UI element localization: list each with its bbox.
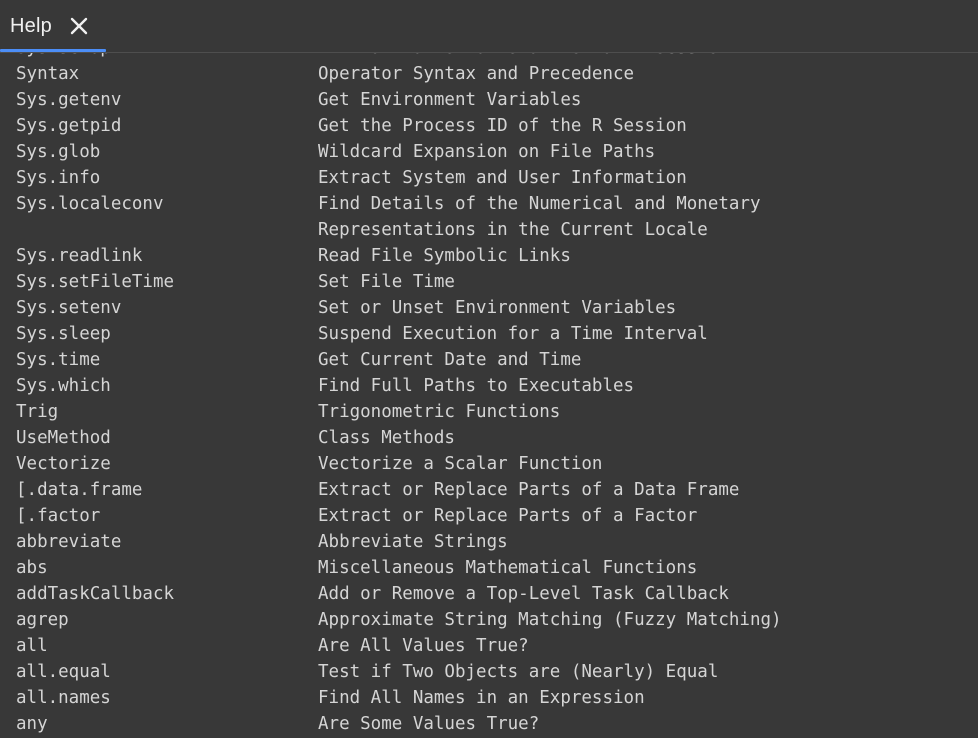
topic-link[interactable]: Sys.setup [16, 52, 306, 61]
topic-link[interactable]: Sys.getenv [16, 87, 306, 113]
topic-row: Sys.setFileTime Set File Time [0, 269, 978, 295]
topic-description: Vectorize a Scalar Function [318, 454, 603, 474]
topic-link[interactable]: Sys.glob [16, 139, 306, 165]
topic-description: Initialization at Start of an R Session [318, 52, 968, 61]
topic-row: Vectorize Vectorize a Scalar Function [0, 451, 978, 477]
help-topics-list[interactable]: Sys.setup Initialization at Start of an R… [0, 52, 978, 738]
topic-row: Sys.sleep Suspend Execution for a Time In… [0, 321, 978, 347]
topic-row: [.data.frame Extract or Replace Parts of … [0, 477, 978, 503]
topic-link[interactable]: Sys.getpid [16, 113, 306, 139]
topic-row: [.factor Extract or Replace Parts of a Fa… [0, 503, 978, 529]
topic-link[interactable]: Sys.time [16, 347, 306, 373]
topic-link[interactable]: addTaskCallback [16, 581, 306, 607]
tab-help[interactable]: Help [0, 0, 106, 52]
topic-rows: Sys.setup Initialization at Start of an R… [0, 52, 978, 737]
topic-description: Wildcard Expansion on File Paths [318, 142, 656, 162]
topic-link[interactable]: Sys.sleep [16, 321, 306, 347]
topic-description: Get Current Date and Time [318, 350, 582, 370]
close-icon[interactable] [68, 15, 90, 37]
topic-row: abs Miscellaneous Mathematical Functions [0, 555, 978, 581]
topic-description: Extract or Replace Parts of a Factor [318, 506, 698, 526]
topic-row: UseMethod Class Methods [0, 425, 978, 451]
topic-row: Sys.setup Initialization at Start of an R… [0, 52, 978, 61]
topic-description: Abbreviate Strings [318, 532, 508, 552]
topic-link[interactable]: agrep [16, 607, 306, 633]
topic-row: agrep Approximate String Matching (Fuzzy … [0, 607, 978, 633]
tab-bar: Help [0, 0, 978, 53]
topic-description: Test if Two Objects are (Nearly) Equal [318, 662, 719, 682]
topic-link[interactable]: Sys.localeconv [16, 191, 306, 217]
topic-row: any Are Some Values True? [0, 711, 978, 737]
topic-description: Find Details of the Numerical and Moneta… [318, 194, 761, 240]
topic-description: Operator Syntax and Precedence [318, 64, 635, 84]
topic-description: Suspend Execution for a Time Interval [318, 324, 708, 344]
topic-row: Sys.localeconv Find Details of the Numeri… [0, 191, 978, 243]
topic-row: all.equal Test if Two Objects are (Nearly… [0, 659, 978, 685]
topic-row: Sys.which Find Full Paths to Executables [0, 373, 978, 399]
topic-row: Sys.glob Wildcard Expansion on File Paths [0, 139, 978, 165]
topic-link[interactable]: Sys.info [16, 165, 306, 191]
topic-description: Are Some Values True? [318, 714, 540, 734]
topic-link[interactable]: Sys.setenv [16, 295, 306, 321]
help-panel: Help Sys.setup Initialization at Start of… [0, 0, 978, 738]
topic-description: Approximate String Matching (Fuzzy Match… [318, 610, 782, 630]
topic-description: Trigonometric Functions [318, 402, 561, 422]
topic-link[interactable]: Sys.which [16, 373, 306, 399]
topic-row: Trig Trigonometric Functions [0, 399, 978, 425]
topic-row: all Are All Values True? [0, 633, 978, 659]
topic-link[interactable]: any [16, 711, 306, 737]
topic-link[interactable]: [.factor [16, 503, 306, 529]
topic-row: all.names Find All Names in an Expression [0, 685, 978, 711]
active-tab-indicator [0, 49, 106, 52]
topic-link[interactable]: Syntax [16, 61, 306, 87]
topic-description: Add or Remove a Top-Level Task Callback [318, 584, 729, 604]
topic-link[interactable]: all.equal [16, 659, 306, 685]
topic-link[interactable]: abs [16, 555, 306, 581]
topic-row: Sys.getenv Get Environment Variables [0, 87, 978, 113]
topic-row: addTaskCallback Add or Remove a Top-Level… [0, 581, 978, 607]
topic-row: Syntax Operator Syntax and Precedence [0, 61, 978, 87]
topic-row: abbreviate Abbreviate Strings [0, 529, 978, 555]
tab-help-label: Help [10, 14, 52, 37]
topic-link[interactable]: abbreviate [16, 529, 306, 555]
topic-link[interactable]: Sys.setFileTime [16, 269, 306, 295]
topic-description: Read File Symbolic Links [318, 246, 571, 266]
topic-description: Class Methods [318, 428, 455, 448]
topic-description: Extract System and User Information [318, 168, 687, 188]
topic-row: Sys.getpid Get the Process ID of the R Se… [0, 113, 978, 139]
topic-link[interactable]: all.names [16, 685, 306, 711]
topic-link[interactable]: Sys.readlink [16, 243, 306, 269]
topic-link[interactable]: Trig [16, 399, 306, 425]
topic-description: Find All Names in an Expression [318, 688, 645, 708]
topic-row: Sys.time Get Current Date and Time [0, 347, 978, 373]
topic-description: Set File Time [318, 272, 455, 292]
topic-description: Get the Process ID of the R Session [318, 116, 687, 136]
topic-row: Sys.setenv Set or Unset Environment Varia… [0, 295, 978, 321]
topic-link[interactable]: [.data.frame [16, 477, 306, 503]
topic-row: Sys.info Extract System and User Informat… [0, 165, 978, 191]
topic-link[interactable]: all [16, 633, 306, 659]
topic-description: Miscellaneous Mathematical Functions [318, 558, 698, 578]
topic-description: Get Environment Variables [318, 90, 582, 110]
topic-description: Are All Values True? [318, 636, 529, 656]
topic-description: Extract or Replace Parts of a Data Frame [318, 480, 740, 500]
topic-link[interactable]: Vectorize [16, 451, 306, 477]
topic-description: Set or Unset Environment Variables [318, 298, 677, 318]
topic-description: Find Full Paths to Executables [318, 376, 635, 396]
topic-row: Sys.readlink Read File Symbolic Links [0, 243, 978, 269]
topic-link[interactable]: UseMethod [16, 425, 306, 451]
